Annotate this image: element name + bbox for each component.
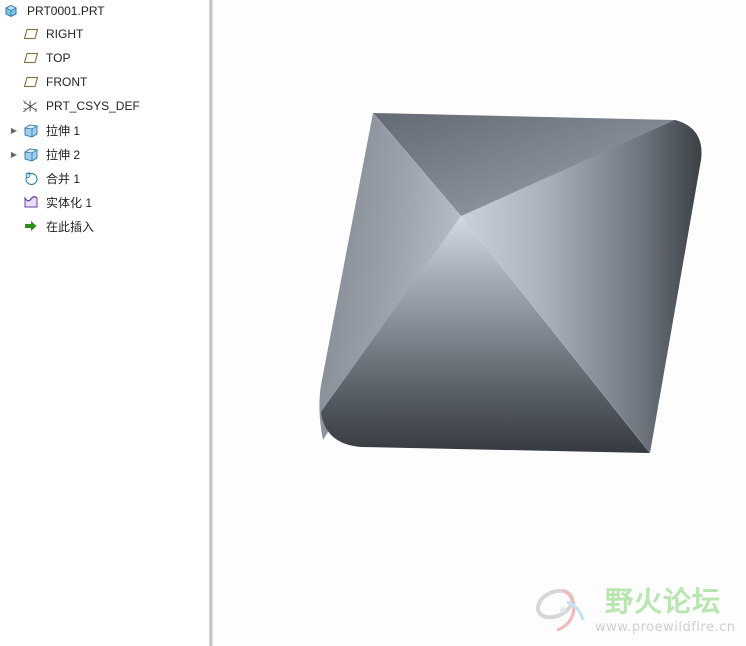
shaded-part-model[interactable] — [213, 0, 746, 646]
tree-item-csys[interactable]: Y X Z PRT_CSYS_DEF — [0, 95, 209, 117]
datum-plane-icon — [23, 50, 39, 66]
tree-item-extrude-2[interactable]: ▶ 拉伸 2 — [0, 143, 209, 165]
svg-text:Z: Z — [23, 108, 26, 114]
tree-item-label: FRONT — [46, 75, 88, 89]
tree-item-label: 拉伸 2 — [46, 147, 81, 162]
datum-plane-icon — [23, 26, 39, 42]
tree-item-label: RIGHT — [46, 27, 84, 41]
tree-item-extrude-1[interactable]: ▶ 拉伸 1 — [0, 119, 209, 141]
svg-text:Y: Y — [23, 100, 26, 106]
tree-item-label: 拉伸 1 — [46, 123, 81, 138]
tree-item-label: 实体化 1 — [46, 195, 93, 210]
expand-arrow-icon[interactable]: ▶ — [9, 143, 19, 165]
watermark-url: www.proewildfire.cn — [595, 620, 736, 635]
tree-item-merge-1[interactable]: 合并 1 — [0, 167, 209, 189]
part-icon — [3, 3, 19, 19]
insert-here-arrow-icon — [23, 218, 39, 234]
model-tree: PRT0001.PRT RIGHT TOP FRONT Y X Z PRT_CS… — [0, 0, 209, 646]
tree-item-top[interactable]: TOP — [0, 47, 209, 69]
tree-root-label: PRT0001.PRT — [27, 4, 105, 18]
extrude-icon — [23, 146, 39, 162]
solidify-icon — [23, 194, 39, 210]
graphics-viewport[interactable]: 野火论坛 www.proewildfire.cn — [213, 0, 746, 646]
datum-plane-icon — [23, 74, 39, 90]
watermark-title: 野火论坛 — [605, 585, 722, 618]
tree-item-label: PRT_CSYS_DEF — [46, 99, 140, 113]
coordinate-system-icon: Y X Z — [23, 98, 39, 114]
tree-item-front[interactable]: FRONT — [0, 71, 209, 93]
tree-item-right[interactable]: RIGHT — [0, 23, 209, 45]
svg-text:X: X — [35, 108, 38, 114]
tree-item-label: 在此插入 — [46, 219, 95, 234]
forum-watermark: 野火论坛 www.proewildfire.cn — [529, 578, 739, 640]
merge-icon — [23, 170, 39, 186]
watermark-logo-icon — [535, 588, 585, 632]
tree-item-label: TOP — [46, 51, 71, 65]
tree-item-solidify-1[interactable]: 实体化 1 — [0, 191, 209, 213]
tree-root-part[interactable]: PRT0001.PRT — [0, 0, 209, 22]
expand-arrow-icon[interactable]: ▶ — [9, 119, 19, 141]
tree-item-insert-here[interactable]: 在此插入 — [0, 215, 209, 237]
tree-item-label: 合并 1 — [46, 171, 81, 186]
extrude-icon — [23, 122, 39, 138]
